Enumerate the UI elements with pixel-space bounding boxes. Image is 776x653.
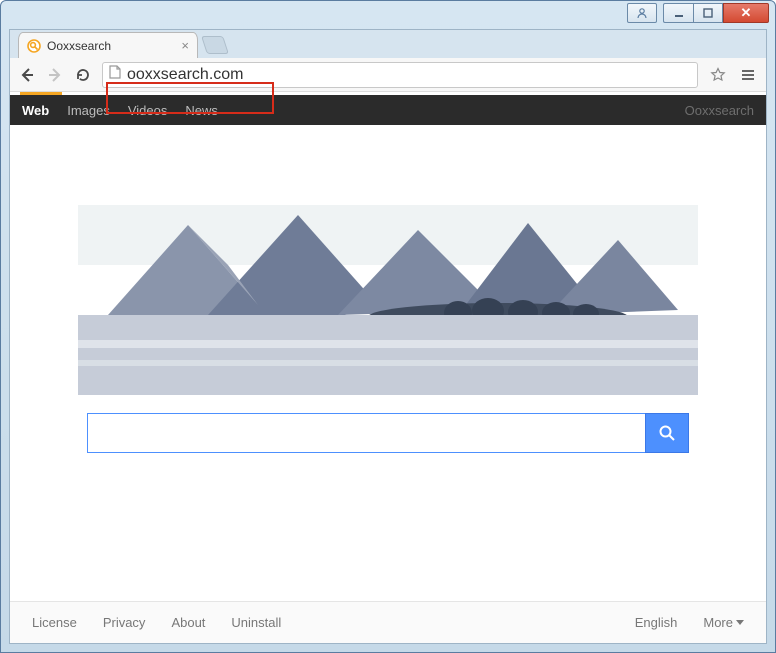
- user-button[interactable]: [627, 3, 657, 23]
- menu-item-videos[interactable]: Videos: [128, 103, 168, 118]
- forward-button[interactable]: [46, 66, 64, 84]
- menu-item-images[interactable]: Images: [67, 103, 110, 118]
- chevron-down-icon: [736, 620, 744, 625]
- browser-menu-button[interactable]: [738, 65, 758, 85]
- maximize-button[interactable]: [693, 3, 723, 23]
- browser-toolbar: ooxxsearch.com: [10, 58, 766, 92]
- footer-link-uninstall[interactable]: Uninstall: [231, 615, 281, 630]
- search-row: [87, 413, 689, 453]
- address-bar-text: ooxxsearch.com: [127, 66, 244, 84]
- category-menubar: Web Images Videos News Ooxxsearch: [10, 95, 766, 125]
- reload-button[interactable]: [74, 66, 92, 84]
- bookmark-button[interactable]: [708, 65, 728, 85]
- landscape-illustration: [78, 145, 698, 395]
- minimize-icon: [674, 8, 684, 18]
- footer-language[interactable]: English: [635, 615, 678, 630]
- browser-tab[interactable]: Ooxxsearch ×: [18, 32, 198, 58]
- page-icon: [109, 65, 121, 84]
- search-icon: [658, 424, 676, 442]
- tab-strip: Ooxxsearch ×: [10, 30, 766, 58]
- footer-more-label: More: [703, 615, 733, 630]
- window-frame: ✕ Ooxxsearch ×: [0, 0, 776, 653]
- maximize-icon: [703, 8, 713, 18]
- footer-link-license[interactable]: License: [32, 615, 77, 630]
- hero-area: [10, 125, 766, 601]
- search-input[interactable]: [87, 413, 645, 453]
- reload-icon: [75, 67, 91, 83]
- back-button[interactable]: [18, 66, 36, 84]
- close-button[interactable]: ✕: [723, 3, 769, 23]
- tab-close-icon[interactable]: ×: [181, 38, 189, 53]
- arrow-left-icon: [19, 67, 35, 83]
- brand-label: Ooxxsearch: [685, 103, 754, 118]
- hamburger-icon: [741, 68, 755, 82]
- address-bar[interactable]: ooxxsearch.com: [102, 62, 698, 88]
- minimize-button[interactable]: [663, 3, 693, 23]
- menu-item-web[interactable]: Web: [22, 103, 49, 118]
- user-icon: [636, 7, 648, 19]
- menu-item-news[interactable]: News: [185, 103, 218, 118]
- new-tab-button[interactable]: [201, 36, 229, 54]
- footer-link-about[interactable]: About: [171, 615, 205, 630]
- browser-chrome: Ooxxsearch × ooxxsearch.com: [9, 29, 767, 644]
- footer: License Privacy About Uninstall English …: [10, 601, 766, 643]
- page-content: Web Images Videos News Ooxxsearch: [10, 92, 766, 643]
- footer-link-privacy[interactable]: Privacy: [103, 615, 146, 630]
- footer-more[interactable]: More: [703, 615, 744, 630]
- arrow-right-icon: [47, 67, 63, 83]
- titlebar: ✕: [1, 1, 775, 29]
- star-icon: [710, 67, 726, 83]
- close-icon: ✕: [741, 5, 752, 21]
- search-button[interactable]: [645, 413, 689, 453]
- favicon-icon: [27, 39, 41, 53]
- tab-title: Ooxxsearch: [47, 39, 175, 53]
